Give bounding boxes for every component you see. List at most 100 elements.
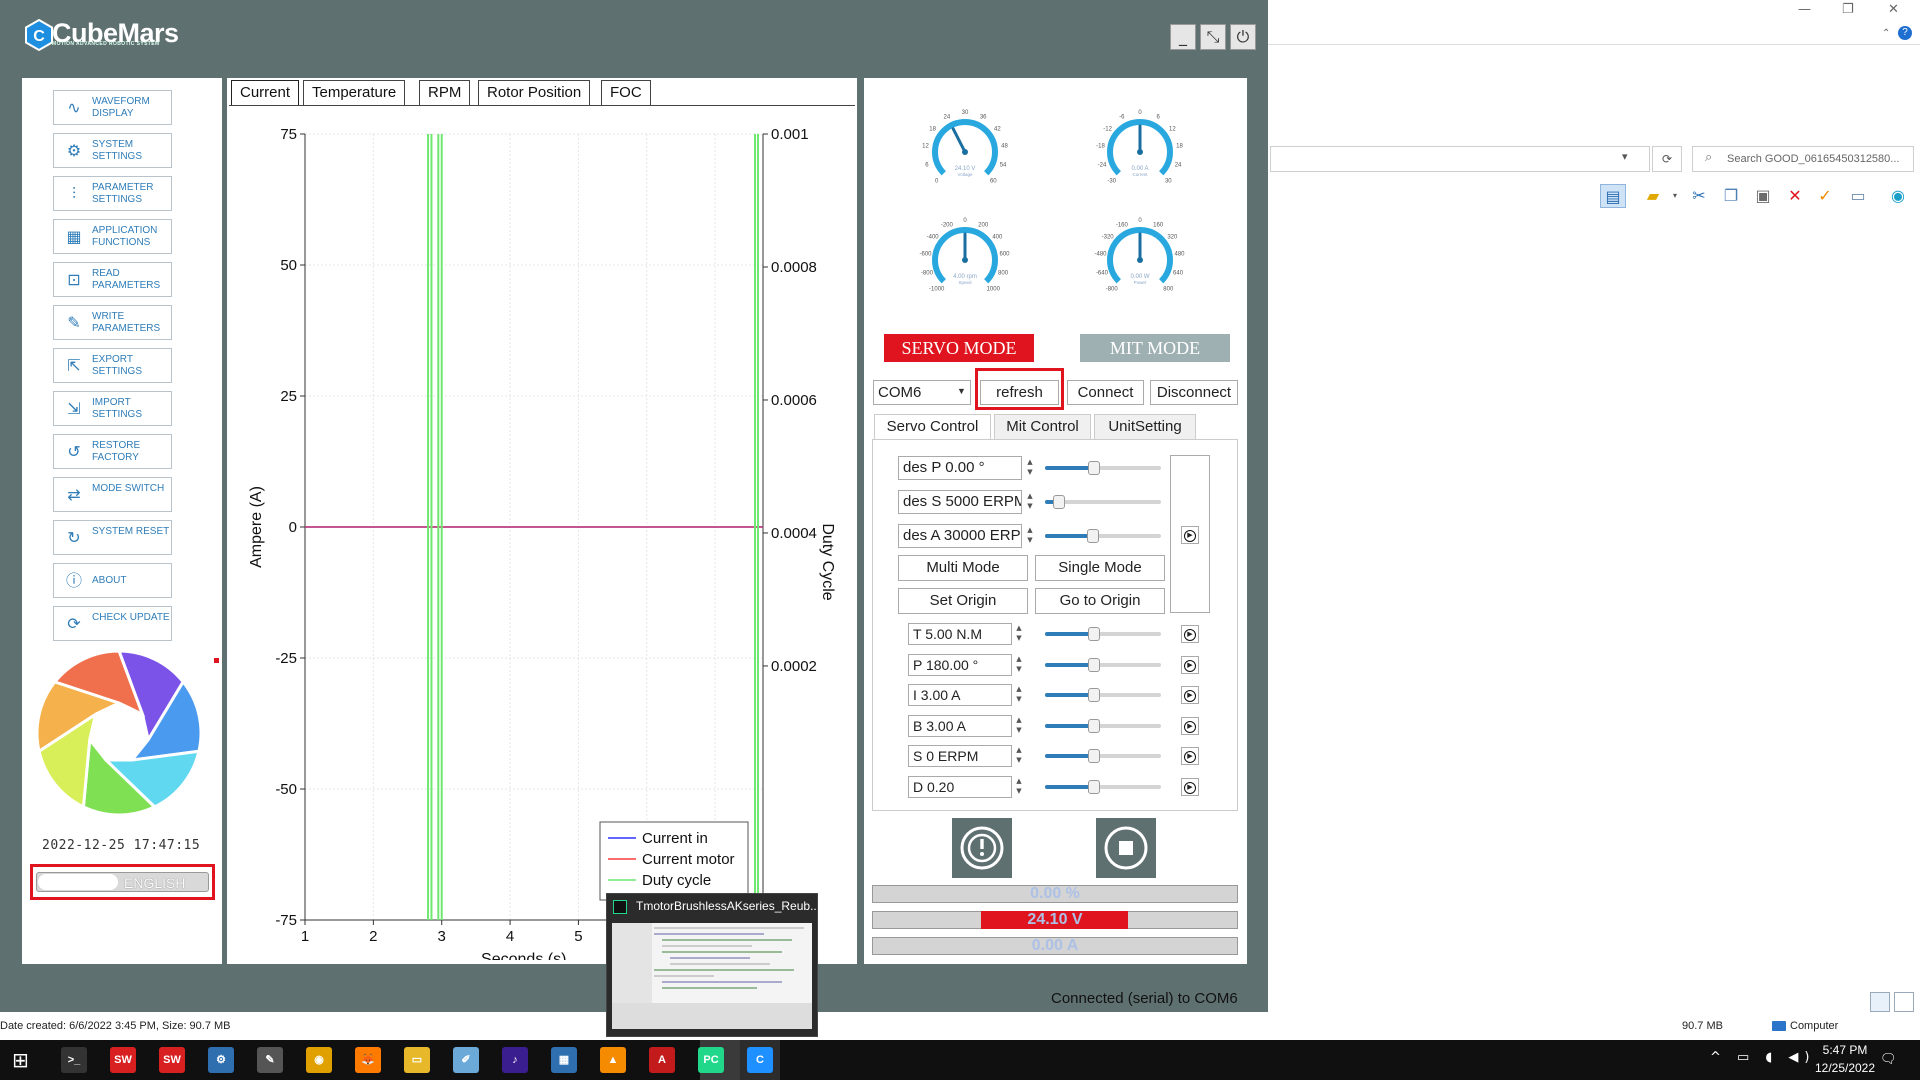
calculator-app[interactable]: ▦ <box>551 1047 577 1073</box>
param-input[interactable]: D 0.20 <box>908 775 1012 798</box>
des-field-input[interactable]: des A 30000 ERPM <box>898 524 1022 548</box>
explorer-search-input[interactable]: Search GOOD_06165450312580... <box>1692 146 1914 172</box>
tab-rpm[interactable]: RPM <box>419 80 471 106</box>
spin-arrows-icon[interactable]: ▲ ▼ <box>1013 684 1025 706</box>
spin-arrows-icon[interactable]: ▲ ▼ <box>1013 715 1025 737</box>
des-field-slider[interactable] <box>1045 461 1161 475</box>
connect-button[interactable]: Connect <box>1067 380 1144 405</box>
paste-icon[interactable]: ▣ <box>1750 184 1776 208</box>
delete-icon[interactable]: ✕ <box>1782 184 1808 208</box>
param-slider[interactable] <box>1045 779 1161 794</box>
notepad-app[interactable]: ✐ <box>453 1047 479 1073</box>
param-slider[interactable] <box>1045 627 1161 641</box>
spin-arrows-icon[interactable]: ▲ ▼ <box>1013 776 1025 798</box>
sidebar-item-sliders[interactable]: ⫶ PARAMETER SETTINGS <box>53 176 172 211</box>
param-send-button[interactable]: ▶ <box>1181 686 1199 704</box>
sidebar-item-info[interactable]: ⓘ ABOUT <box>53 563 172 598</box>
pycharm-app[interactable]: PC <box>698 1047 724 1073</box>
layout-pane-icon[interactable]: ▤ <box>1600 184 1626 208</box>
cut-icon[interactable]: ✂ <box>1686 184 1712 208</box>
current-chart[interactable]: 7550250-25-50-750.0010.00080.00060.00040… <box>230 110 856 960</box>
firefox-app[interactable]: 🦊 <box>355 1047 381 1073</box>
tab-servo-control[interactable]: Servo Control <box>874 414 991 440</box>
power-button[interactable]: ⏻ <box>1230 24 1256 50</box>
sidebar-item-write[interactable]: ✎ WRITE PARAMETERS <box>53 305 172 340</box>
explorer-close-button[interactable]: ✕ <box>1888 2 1899 17</box>
tab-current[interactable]: Current <box>231 80 300 106</box>
sidebar-item-import[interactable]: ⇲ IMPORT SETTINGS <box>53 391 172 426</box>
network-app[interactable]: ⚙ <box>208 1047 234 1073</box>
set-origin-button[interactable]: Set Origin <box>898 588 1028 614</box>
system-tray[interactable]: ^ ▭ ◖ ◀) <box>1710 1050 1816 1065</box>
acrobat-app[interactable]: A <box>649 1047 675 1073</box>
rename-icon[interactable]: ▭ <box>1845 184 1871 208</box>
alarm-button[interactable] <box>952 818 1012 878</box>
tab-temperature[interactable]: Temperature <box>303 80 406 106</box>
tab-foc[interactable]: FOC <box>601 80 651 106</box>
des-field-slider[interactable] <box>1045 529 1161 543</box>
spin-arrows-icon[interactable]: ▲ ▼ <box>1013 623 1025 645</box>
mit-mode-button[interactable]: MIT MODE <box>1080 334 1230 362</box>
clock-date[interactable]: 12/25/2022 <box>1805 1061 1885 1075</box>
param-input[interactable]: I 3.00 A <box>908 684 1012 706</box>
tab-rotor-position[interactable]: Rotor Position <box>478 80 591 106</box>
go-to-origin-button[interactable]: Go to Origin <box>1035 588 1165 614</box>
spin-arrows-icon[interactable]: ▲ ▼ <box>1024 491 1036 513</box>
copy-icon[interactable]: ❐ <box>1718 184 1744 208</box>
cubemars-app[interactable]: C <box>747 1047 773 1073</box>
globe-icon[interactable]: ◉ <box>1885 184 1911 208</box>
maximize-button[interactable]: ⤡ <box>1200 24 1226 50</box>
multi-mode-button[interactable]: Multi Mode <box>898 555 1028 581</box>
des-field-slider[interactable] <box>1045 495 1161 509</box>
param-input[interactable]: B 3.00 A <box>908 714 1012 737</box>
tab-unit-setting[interactable]: UnitSetting <box>1094 414 1196 440</box>
spin-arrows-icon[interactable]: ▲ ▼ <box>1024 525 1036 547</box>
slider-handle[interactable] <box>1087 779 1100 794</box>
servo-mode-button[interactable]: SERVO MODE <box>884 334 1034 362</box>
chevron-down-icon[interactable]: ▼ <box>957 386 966 396</box>
disconnect-button[interactable]: Disconnect <box>1150 380 1238 405</box>
param-input[interactable]: T 5.00 N.M <box>908 623 1012 645</box>
slider-handle[interactable] <box>1087 657 1100 672</box>
param-input[interactable]: P 180.00 ° <box>908 653 1012 676</box>
sidebar-item-waveform[interactable]: ∿ WAVEFORM DISPLAY <box>53 90 172 125</box>
spin-arrows-icon[interactable]: ▲ ▼ <box>1013 745 1025 767</box>
param-send-button[interactable]: ▶ <box>1181 655 1199 674</box>
slider-handle[interactable] <box>1087 749 1100 763</box>
solidworks-2020-app[interactable]: SW <box>110 1047 136 1073</box>
solidworks-2022-app[interactable]: SW <box>159 1047 185 1073</box>
single-mode-button[interactable]: Single Mode <box>1035 555 1165 581</box>
help-icon[interactable]: ? <box>1898 26 1912 40</box>
slider-handle[interactable] <box>1087 461 1100 475</box>
sidebar-item-export[interactable]: ⇱ EXPORT SETTINGS <box>53 348 172 383</box>
vlc-app[interactable]: ▲ <box>600 1047 626 1073</box>
language-toggle-knob[interactable] <box>38 874 118 890</box>
address-bar[interactable] <box>1270 146 1650 172</box>
chrome-app[interactable]: ◉ <box>306 1047 332 1073</box>
details-view-icon[interactable] <box>1870 992 1890 1012</box>
param-input[interactable]: S 0 ERPM <box>908 745 1012 767</box>
minimize-button[interactable]: _ <box>1170 24 1196 50</box>
slider-handle[interactable] <box>1052 495 1065 509</box>
param-send-button[interactable]: ▶ <box>1181 625 1199 643</box>
spin-arrows-icon[interactable]: ▲ ▼ <box>1013 654 1025 676</box>
explorer-maximize-button[interactable]: ❐ <box>1842 2 1854 17</box>
slider-handle[interactable] <box>1086 529 1099 543</box>
sidebar-item-switch[interactable]: ⇄ MODE SWITCH <box>53 477 172 512</box>
dropdown-icon[interactable]: ▾ <box>1662 184 1688 208</box>
tiles-view-icon[interactable] <box>1894 992 1914 1012</box>
param-send-button[interactable]: ▶ <box>1181 777 1199 796</box>
notification-icon[interactable]: 🗨 <box>1880 1052 1897 1067</box>
explorer-minimize-button[interactable]: — <box>1798 2 1811 17</box>
slider-handle[interactable] <box>1087 688 1100 702</box>
explorer-refresh-button[interactable]: ⟳ <box>1652 146 1682 172</box>
param-send-button[interactable]: ▶ <box>1181 716 1199 735</box>
sidebar-item-reset[interactable]: ↻ SYSTEM RESET <box>53 520 172 555</box>
stop-button[interactable] <box>1096 818 1156 878</box>
param-slider[interactable] <box>1045 688 1161 702</box>
sidebar-item-restore[interactable]: ↺ RESTORE FACTORY <box>53 434 172 469</box>
amazon-music-app[interactable]: ♪ <box>502 1047 528 1073</box>
sidebar-item-grid[interactable]: ▦ APPLICATION FUNCTIONS <box>53 219 172 254</box>
clock-time[interactable]: 5:47 PM <box>1815 1043 1875 1057</box>
sidebar-item-update[interactable]: ⟳ CHECK UPDATE <box>53 606 172 641</box>
